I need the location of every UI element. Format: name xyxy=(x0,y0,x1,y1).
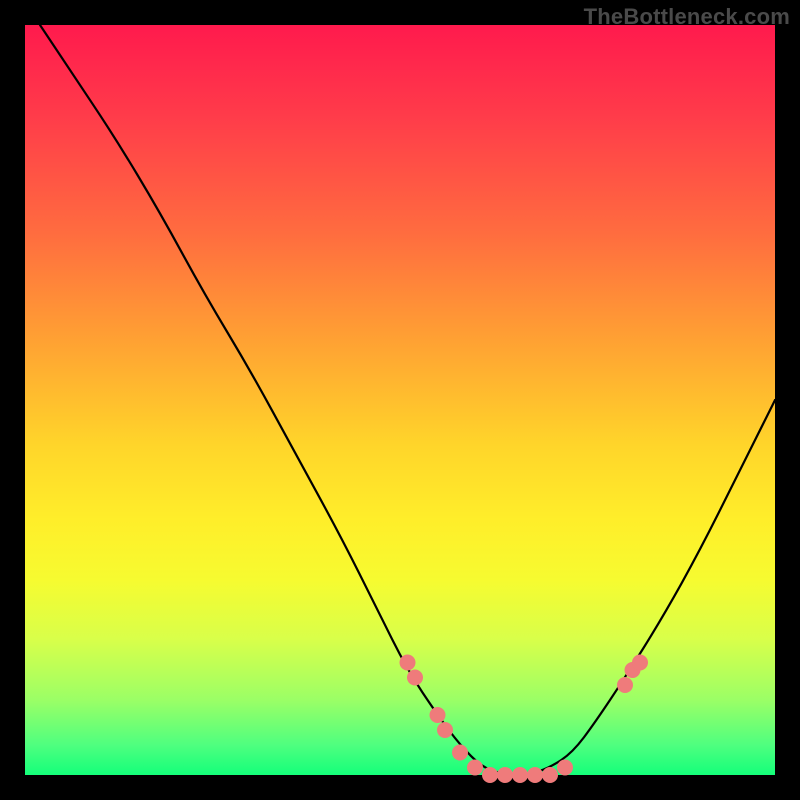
data-point xyxy=(400,655,416,671)
data-point xyxy=(632,655,648,671)
data-point xyxy=(452,745,468,761)
data-point xyxy=(512,767,528,783)
data-point xyxy=(497,767,513,783)
data-point xyxy=(467,760,483,776)
data-point xyxy=(430,707,446,723)
data-point xyxy=(617,677,633,693)
plot-area xyxy=(25,25,775,775)
curve-layer xyxy=(25,25,775,775)
data-point xyxy=(437,722,453,738)
data-point xyxy=(482,767,498,783)
scatter-points xyxy=(400,655,649,784)
data-point xyxy=(557,760,573,776)
watermark-text: TheBottleneck.com xyxy=(584,4,790,30)
data-point xyxy=(542,767,558,783)
data-point xyxy=(407,670,423,686)
data-point xyxy=(527,767,543,783)
chart-stage: TheBottleneck.com xyxy=(0,0,800,800)
